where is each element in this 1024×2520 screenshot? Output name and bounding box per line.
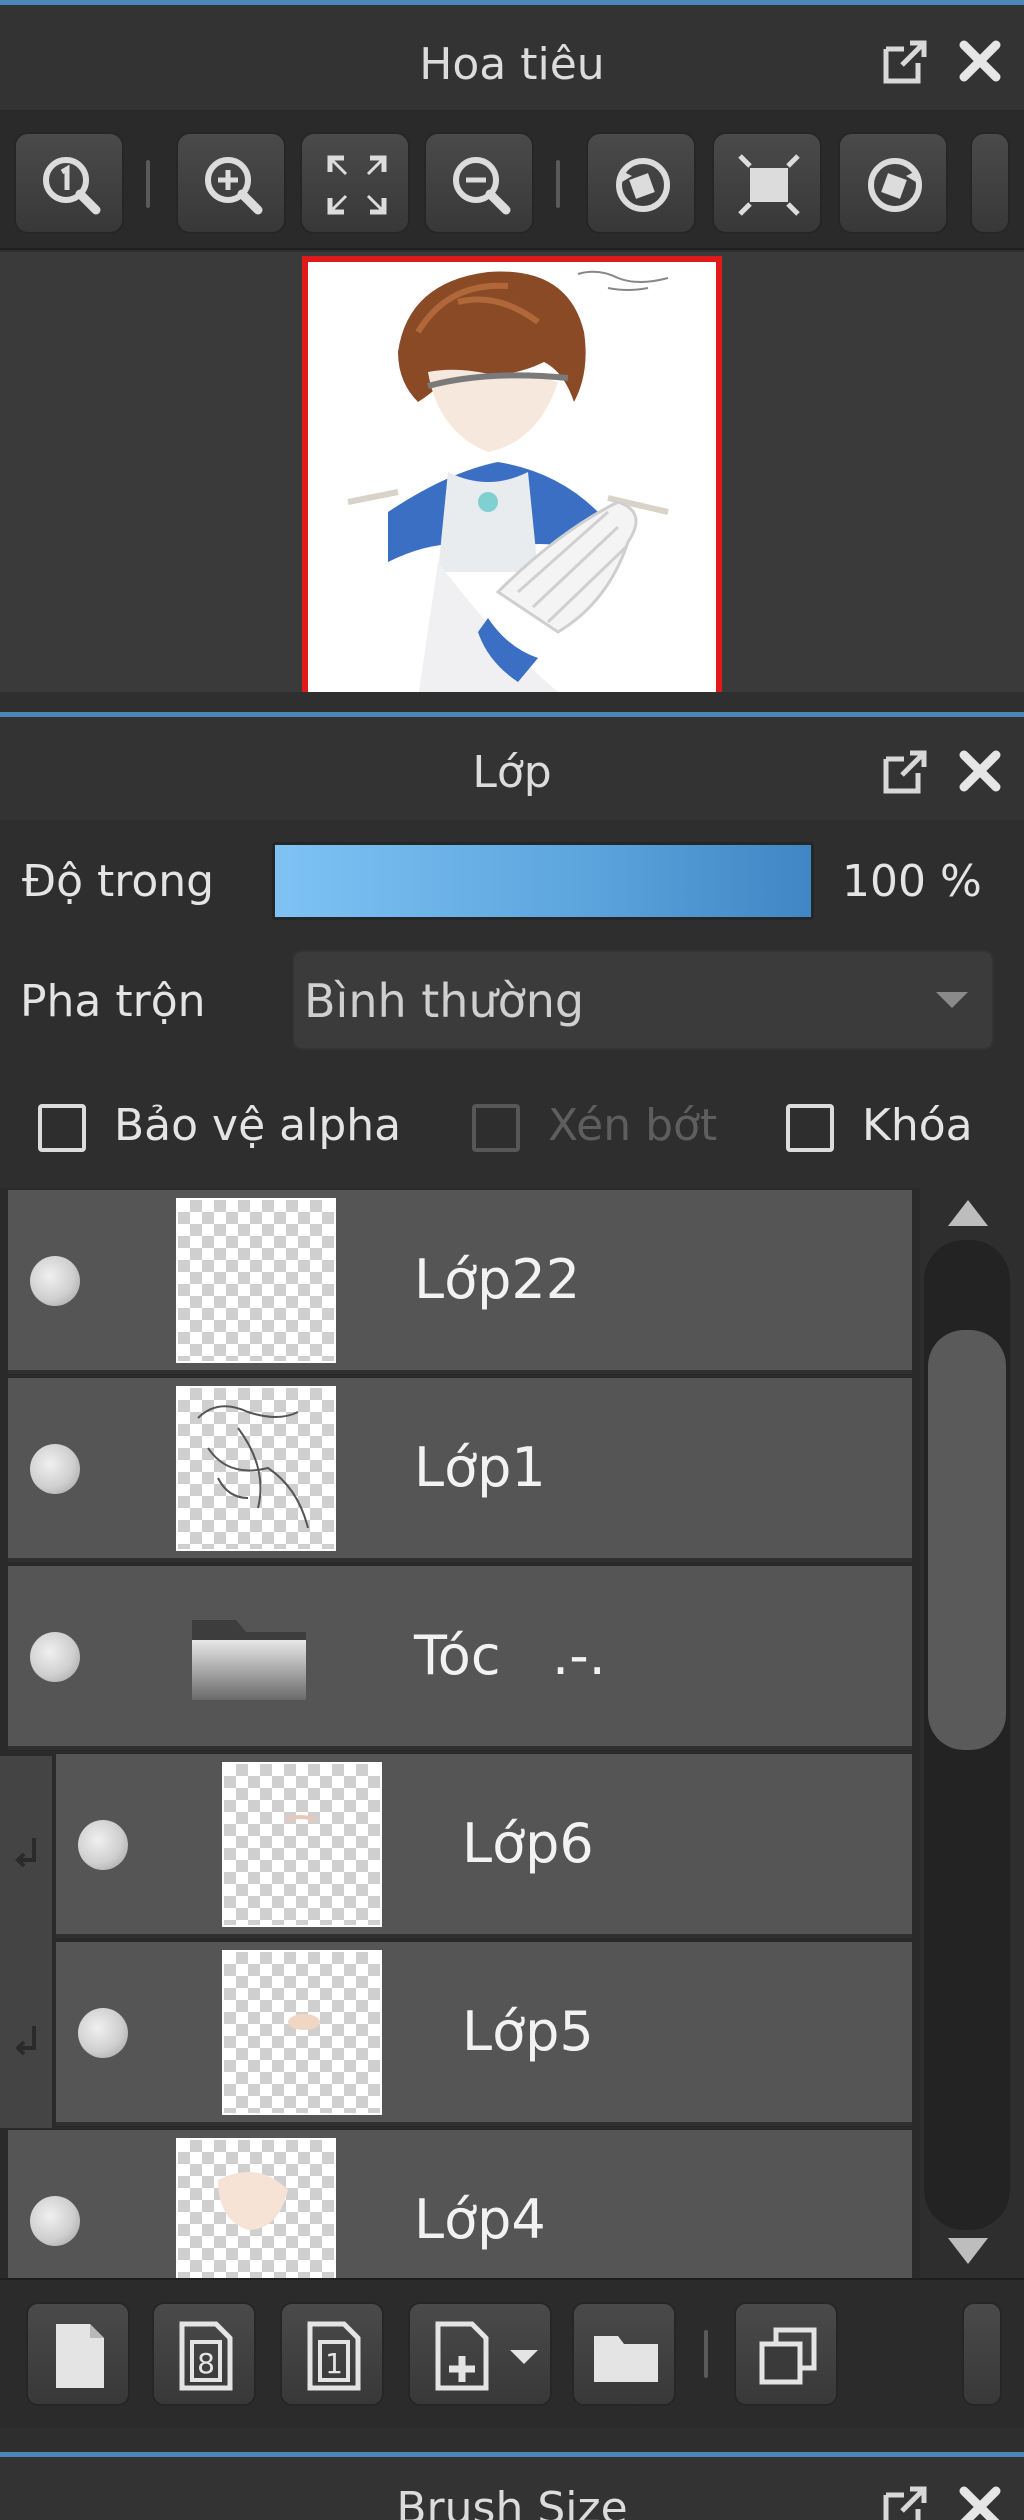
undock-icon[interactable] — [878, 35, 930, 87]
canvas-preview — [302, 256, 722, 692]
brush-size-title: Brush Size — [396, 2483, 628, 2520]
duplicate-layer-button[interactable] — [734, 2302, 838, 2406]
scroll-up-arrow[interactable] — [948, 1200, 988, 1226]
svg-text:8: 8 — [197, 2347, 215, 2380]
folder-icon — [192, 1620, 306, 1700]
navigator-title: Hoa tiêu — [419, 39, 605, 90]
clip-arrow-icon — [15, 1838, 36, 1868]
toolbar-separator — [704, 2330, 708, 2378]
clipping-indicator — [0, 1756, 52, 2128]
undock-icon[interactable] — [878, 745, 930, 797]
layer-thumbnail — [222, 1950, 382, 2115]
layer-row[interactable]: Lớp1 — [8, 1378, 912, 1562]
layer-list[interactable]: Lớp22 Lớp1 Tóc .-. Lớp6 Lớp5 Lớp4 — [0, 1188, 920, 2278]
toolbar-separator — [556, 160, 560, 208]
canvas-thumbnail-image — [308, 262, 716, 692]
close-icon[interactable] — [954, 2481, 1006, 2520]
visibility-toggle-icon[interactable] — [30, 1444, 80, 1494]
toolbar-overflow-handle[interactable] — [970, 132, 1010, 234]
rotate-left-icon — [616, 158, 670, 212]
visibility-toggle-icon[interactable] — [30, 2196, 80, 2246]
folder-name: Tóc .-. — [414, 1624, 606, 1687]
fullscreen-button[interactable] — [712, 132, 822, 234]
blend-mode-value: Bình thường — [304, 974, 585, 1028]
rotate-right-button[interactable] — [838, 132, 948, 234]
zoom-out-button[interactable] — [424, 132, 534, 234]
duplicate-layer-icon — [759, 2327, 817, 2385]
layer-thumbnail — [176, 2138, 336, 2278]
blend-mode-select[interactable]: Bình thường — [292, 950, 994, 1050]
chevron-down-icon — [936, 992, 968, 1008]
rotate-left-button[interactable] — [586, 132, 696, 234]
scrollbar-thumb[interactable] — [928, 1330, 1006, 1750]
layer-name: Lớp4 — [414, 2188, 546, 2251]
new-folder-icon — [594, 2336, 658, 2382]
toolbar-overflow-handle[interactable] — [962, 2302, 1002, 2406]
clipping-label: Xén bớt — [548, 1100, 718, 1151]
zoom-in-button[interactable] — [176, 132, 286, 234]
chevron-down-icon — [510, 2350, 538, 2364]
visibility-toggle-icon[interactable] — [30, 1632, 80, 1682]
lock-label: Khóa — [862, 1100, 973, 1151]
layer-name: Lớp22 — [414, 1248, 581, 1311]
layer-row[interactable]: Lớp4 — [8, 2130, 912, 2278]
scroll-down-arrow[interactable] — [948, 2238, 988, 2264]
new-1bit-layer-icon: 1 — [307, 2321, 361, 2391]
close-icon[interactable] — [954, 745, 1006, 797]
layers-header: Lớp — [0, 717, 1024, 822]
opacity-slider[interactable] — [272, 842, 814, 920]
opacity-value: 100 % — [842, 856, 982, 907]
layer-thumbnail — [222, 1762, 382, 1927]
opacity-label: Độ trong — [22, 856, 215, 907]
layer-name: Lớp1 — [414, 1436, 546, 1499]
svg-text:1: 1 — [325, 2347, 343, 2380]
add-layer-menu-button[interactable] — [408, 2302, 552, 2406]
new-layer-icon — [56, 2324, 104, 2388]
layer-thumbnail — [176, 1386, 336, 1551]
layer-name: Lớp6 — [462, 1812, 594, 1875]
new-8bit-layer-icon: 8 — [179, 2321, 233, 2391]
layers-title: Lớp — [472, 747, 552, 798]
new-1bit-layer-button[interactable]: 1 — [280, 2302, 384, 2406]
fit-screen-icon — [327, 155, 387, 215]
close-icon[interactable] — [954, 35, 1006, 87]
layer-toolbar: 8 1 — [0, 2278, 1024, 2428]
undock-icon[interactable] — [878, 2481, 930, 2520]
new-8bit-layer-button[interactable]: 8 — [152, 2302, 256, 2406]
visibility-toggle-icon[interactable] — [30, 1256, 80, 1306]
fullscreen-icon — [738, 154, 800, 216]
layer-row[interactable]: Lớp6 — [56, 1754, 912, 1938]
layer-name: Lớp5 — [462, 2000, 594, 2063]
layer-thumbnail — [176, 1198, 336, 1363]
zoom-actual-icon — [43, 157, 101, 215]
lock-checkbox[interactable] — [786, 1104, 834, 1152]
toolbar-separator — [146, 160, 150, 208]
layer-row[interactable]: Lớp22 — [8, 1190, 912, 1374]
clip-arrow-icon — [15, 2026, 36, 2056]
clipping-checkbox — [472, 1104, 520, 1152]
fit-screen-button[interactable] — [300, 132, 410, 234]
navigator-preview[interactable] — [0, 252, 1024, 692]
protect-alpha-checkbox[interactable] — [38, 1104, 86, 1152]
visibility-toggle-icon[interactable] — [78, 1820, 128, 1870]
navigator-toolbar — [0, 110, 1024, 250]
new-folder-button[interactable] — [572, 2302, 676, 2406]
zoom-out-icon — [453, 157, 511, 215]
layer-row[interactable]: Lớp5 — [56, 1942, 912, 2126]
zoom-actual-button[interactable] — [14, 132, 124, 234]
protect-alpha-label: Bảo vệ alpha — [114, 1100, 402, 1151]
add-layer-menu-icon — [435, 2321, 489, 2391]
visibility-toggle-icon[interactable] — [78, 2008, 128, 2058]
navigator-header: Hoa tiêu — [0, 5, 1024, 110]
blend-mode-label: Pha trộn — [20, 976, 206, 1027]
folder-row[interactable]: Tóc .-. — [8, 1566, 912, 1750]
new-layer-button[interactable] — [26, 2302, 130, 2406]
brush-size-header: Brush Size — [0, 2457, 1024, 2520]
rotate-right-icon — [868, 158, 922, 212]
zoom-in-icon — [205, 157, 263, 215]
